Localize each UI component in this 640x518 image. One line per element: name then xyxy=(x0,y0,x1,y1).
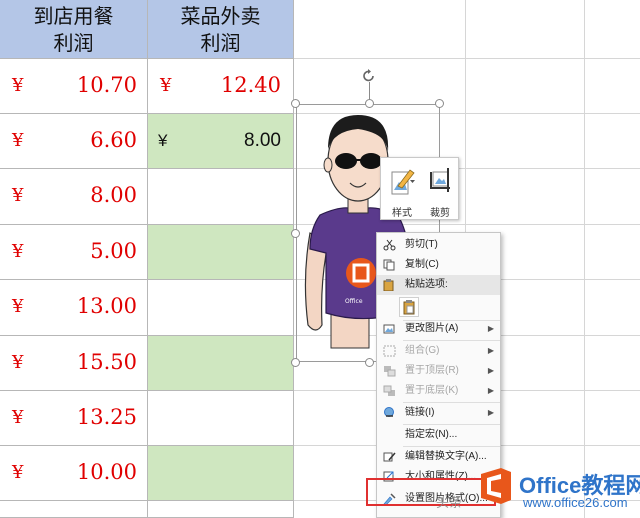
scissors-icon xyxy=(383,239,396,251)
menu-item-assign-macro[interactable]: 指定宏(N)... xyxy=(377,425,500,445)
resize-handle-bottom-left[interactable] xyxy=(291,358,300,367)
menu-label: 指定宏(N)... xyxy=(405,429,458,440)
cell-value: 10.70 xyxy=(76,73,137,97)
table-cell[interactable]: ¥ 8.00 xyxy=(0,169,148,225)
change-picture-icon xyxy=(383,324,395,334)
currency-symbol: ¥ xyxy=(12,185,24,206)
bring-to-front-icon xyxy=(384,366,396,377)
cell-value: 5.00 xyxy=(90,239,137,263)
rotate-handle-icon[interactable] xyxy=(361,68,377,84)
menu-label: 编辑替换文字(A)... xyxy=(405,451,487,462)
picture-style-icon xyxy=(391,169,415,195)
alt-text-icon xyxy=(383,452,396,462)
currency-symbol: ¥ xyxy=(12,130,24,151)
table-cell[interactable]: ¥ 10.00 xyxy=(0,446,148,501)
table-cell[interactable]: ¥ 13.00 xyxy=(0,280,148,336)
table-cell[interactable] xyxy=(148,501,294,518)
table-cell[interactable]: ¥ 5.00 xyxy=(0,225,148,280)
menu-header-paste-options: 粘贴选项: xyxy=(377,275,500,295)
header-line: 到店用餐 xyxy=(33,4,114,28)
menu-label: 复制(C) xyxy=(405,259,439,270)
submenu-arrow-icon: ▶ xyxy=(487,324,494,333)
office-logo-icon xyxy=(481,468,511,504)
header-line: 菜品外卖 xyxy=(180,4,261,28)
table-cell[interactable]: ¥ 12.40 xyxy=(148,59,294,114)
table-cell[interactable] xyxy=(148,391,294,446)
submenu-arrow-icon: ▶ xyxy=(487,346,494,355)
menu-item-copy[interactable]: 复制(C) xyxy=(377,255,500,275)
resize-handle-bottom[interactable] xyxy=(365,358,374,367)
menu-label: 链接(I) xyxy=(405,407,435,418)
clipboard-icon xyxy=(403,300,415,315)
resize-handle-top-right[interactable] xyxy=(435,99,444,108)
menu-item-edit-alt-text[interactable]: 编辑替换文字(A)... xyxy=(377,447,500,467)
header-line: 利润 xyxy=(53,31,94,55)
menu-item-link[interactable]: 链接(I) ▶ xyxy=(377,403,500,423)
menu-item-cut[interactable]: 剪切(T) xyxy=(377,235,500,255)
crop-label: 裁剪 xyxy=(430,208,450,219)
cell-value: 13.25 xyxy=(76,405,137,429)
submenu-arrow-icon: ▶ xyxy=(487,366,494,375)
menu-item-send-to-back[interactable]: 置于底层(K) ▶ xyxy=(377,381,500,401)
menu-item-bring-to-front[interactable]: 置于顶层(R) ▶ xyxy=(377,361,500,381)
table-cell[interactable] xyxy=(148,225,294,280)
currency-symbol: ¥ xyxy=(12,407,24,428)
table-cell[interactable]: ¥ 15.50 xyxy=(0,336,148,391)
menu-label: 置于底层(K) xyxy=(405,385,459,396)
menu-item-change-picture[interactable]: 更改图片(A) ▶ xyxy=(377,319,500,339)
table-cell[interactable] xyxy=(148,446,294,501)
resize-handle-top[interactable] xyxy=(365,99,374,108)
currency-symbol: ¥ xyxy=(160,75,172,96)
header-line: 利润 xyxy=(200,31,241,55)
cell-value: 8.00 xyxy=(90,183,137,207)
menu-label: 粘贴选项: xyxy=(405,279,448,290)
cell-value: 13.00 xyxy=(76,294,137,318)
cell-value: 15.50 xyxy=(76,350,137,374)
table-cell[interactable] xyxy=(0,501,148,518)
cell-value: 10.00 xyxy=(76,460,137,484)
menu-label: 更改图片(A) xyxy=(405,323,459,334)
copy-icon xyxy=(383,259,395,271)
currency-symbol: ¥ xyxy=(12,352,24,373)
menu-label: 剪切(T) xyxy=(405,239,438,250)
send-to-back-icon xyxy=(383,385,395,396)
gridline xyxy=(294,58,640,59)
cell-value: 6.60 xyxy=(90,128,137,152)
menu-label: 置于顶层(R) xyxy=(405,365,459,376)
submenu-arrow-icon: ▶ xyxy=(487,408,494,417)
table-cell[interactable] xyxy=(148,336,294,391)
toutiao-watermark: 头条 xyxy=(436,495,463,510)
resize-handle-top-left[interactable] xyxy=(291,99,300,108)
currency-symbol: ¥ xyxy=(12,296,24,317)
currency-symbol: ¥ xyxy=(12,75,24,96)
group-icon xyxy=(383,345,396,357)
menu-item-group[interactable]: 组合(G) ▶ xyxy=(377,341,500,361)
resize-handle-left[interactable] xyxy=(291,229,300,238)
cell-value: 8.00 xyxy=(244,130,281,151)
table-cell[interactable]: ¥ 13.25 xyxy=(0,391,148,446)
mini-toolbar: 样式 裁剪 xyxy=(380,157,459,220)
style-label: 样式 xyxy=(392,208,412,219)
menu-label: 组合(G) xyxy=(405,345,440,356)
header-dine-in-profit[interactable]: 到店用餐 利润 xyxy=(0,0,148,59)
currency-symbol: ¥ xyxy=(12,462,24,483)
table-cell[interactable] xyxy=(148,169,294,225)
style-button[interactable]: 样式 xyxy=(385,162,419,219)
table-cell[interactable]: ¥ 6.60 xyxy=(0,114,148,169)
header-takeout-profit[interactable]: 菜品外卖 利润 xyxy=(148,0,294,59)
gridline xyxy=(584,0,585,518)
paste-icon xyxy=(383,279,394,291)
table-cell[interactable]: ¥ 8.00 xyxy=(148,114,294,169)
crop-icon xyxy=(430,168,450,192)
crop-button[interactable]: 裁剪 xyxy=(423,162,457,219)
currency-symbol: ¥ xyxy=(158,131,168,150)
paste-option-button[interactable] xyxy=(399,297,419,317)
currency-symbol: ¥ xyxy=(12,241,24,262)
table-cell[interactable]: ¥ 10.70 xyxy=(0,59,148,114)
submenu-arrow-icon: ▶ xyxy=(487,386,494,395)
brand-url: www.office26.com xyxy=(523,495,628,510)
link-icon xyxy=(384,407,394,417)
table-cell[interactable] xyxy=(148,280,294,336)
cell-value: 12.40 xyxy=(220,73,281,97)
